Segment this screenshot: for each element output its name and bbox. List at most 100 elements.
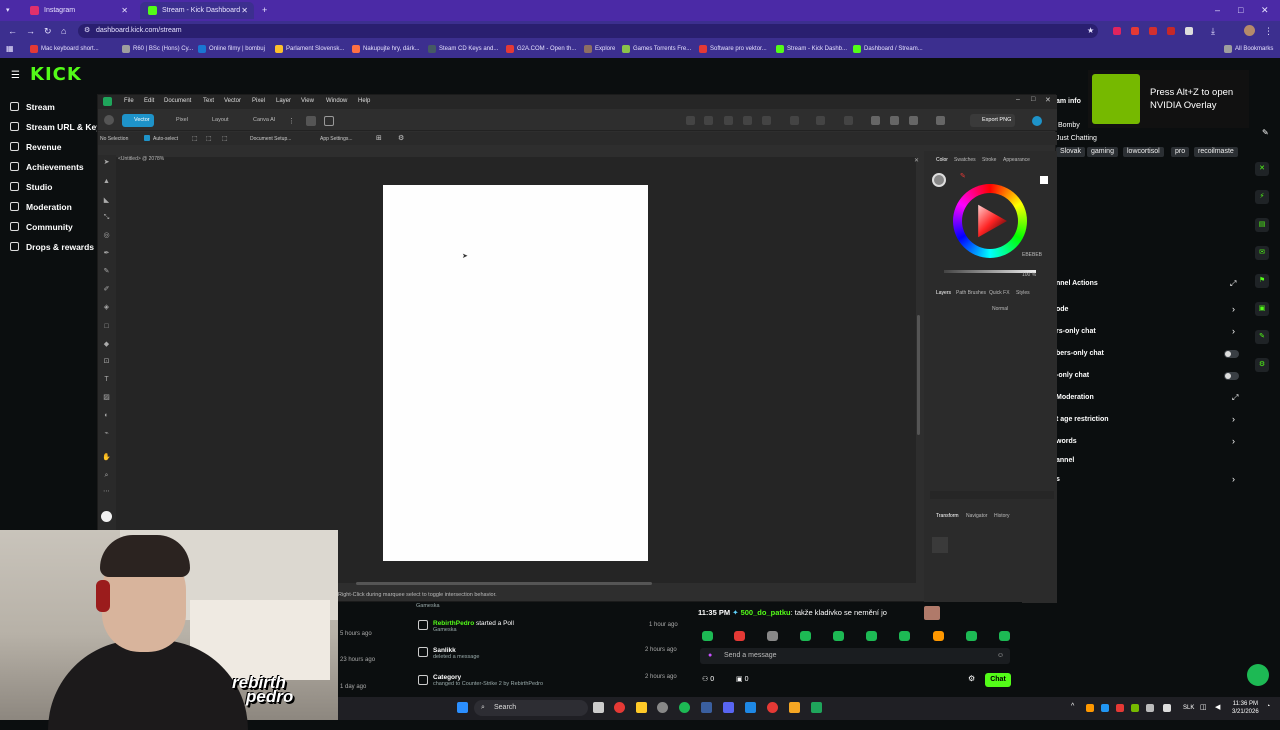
- rectangle-tool-icon[interactable]: □: [102, 322, 111, 331]
- align-icon[interactable]: [724, 116, 733, 125]
- notification-icon[interactable]: ◔: [1266, 703, 1270, 710]
- rail-icon[interactable]: ✉: [1255, 246, 1269, 260]
- color-picker-icon[interactable]: ✎: [960, 172, 966, 180]
- pencil-tool-icon[interactable]: ✎: [102, 267, 111, 276]
- menu-document[interactable]: Document: [164, 98, 191, 104]
- all-bookmarks[interactable]: All Bookmarks: [1224, 44, 1273, 54]
- kick-logo[interactable]: KICK: [30, 64, 82, 85]
- anchor-selector-icon[interactable]: [932, 537, 948, 553]
- menu-help[interactable]: Help: [358, 98, 370, 104]
- rail-icon[interactable]: ⚙: [1255, 358, 1269, 372]
- text-tool-icon[interactable]: T: [102, 375, 111, 384]
- nav-stream-url-key[interactable]: Stream URL & Key: [10, 121, 101, 133]
- place-image-icon[interactable]: ▨: [102, 393, 111, 402]
- file-explorer-icon[interactable]: [636, 702, 647, 713]
- vertical-scrollbar[interactable]: [917, 315, 920, 435]
- panel-tab-navigator[interactable]: Navigator: [966, 513, 987, 519]
- back-icon[interactable]: ←: [8, 26, 17, 36]
- rail-icon[interactable]: ▣: [1255, 302, 1269, 316]
- artboard-page[interactable]: [383, 185, 648, 561]
- close-window-icon[interactable]: ✕: [1261, 5, 1269, 15]
- download-icon[interactable]: ⤓: [1211, 26, 1215, 36]
- arrange-icon[interactable]: [844, 116, 853, 125]
- maximize-icon[interactable]: □: [1238, 5, 1243, 15]
- affinity-taskbar-icon[interactable]: [811, 702, 822, 713]
- transform-icon[interactable]: [790, 116, 799, 125]
- bookmark-item[interactable]: Mac keyboard short...: [30, 44, 99, 54]
- help-icon[interactable]: [1032, 116, 1042, 126]
- channel-action-item[interactable]: words: [1056, 438, 1077, 445]
- more-tools-icon[interactable]: ⋯: [102, 487, 111, 496]
- tray-icon[interactable]: [1116, 704, 1124, 712]
- tag-chip[interactable]: recoilmaste: [1194, 147, 1238, 157]
- minimize-icon[interactable]: –: [1215, 5, 1220, 15]
- close-tab-icon[interactable]: ✕: [121, 2, 128, 19]
- export-png-button[interactable]: Export PNG: [970, 114, 1016, 127]
- bookmark-item[interactable]: Steam CD Keys and...: [428, 44, 498, 54]
- tray-chevron-icon[interactable]: ^: [1071, 703, 1074, 710]
- emote-icon[interactable]: [966, 631, 977, 641]
- task-view-icon[interactable]: [593, 702, 604, 713]
- corner-tool-icon[interactable]: ◣: [102, 196, 111, 205]
- reload-icon[interactable]: ↻: [44, 26, 52, 36]
- nav-community[interactable]: Community: [10, 221, 73, 233]
- app-icon[interactable]: [723, 702, 734, 713]
- zoom-tool-icon[interactable]: ⌕: [102, 471, 111, 480]
- bookmark-item[interactable]: Software pro vektor...: [699, 44, 767, 54]
- channel-action-item[interactable]: Moderation: [1056, 394, 1094, 401]
- tag-chip[interactable]: pro: [1171, 147, 1190, 157]
- browser-menu-icon[interactable]: ⋮: [1264, 26, 1273, 36]
- tab-kick-dashboard[interactable]: Stream - Kick Dashboard ✕: [140, 2, 254, 19]
- panel-tab-quick-fx[interactable]: Quick FX: [989, 290, 1010, 296]
- align-icon[interactable]: [743, 116, 752, 125]
- feed-user[interactable]: Sanlikk: [433, 647, 456, 654]
- panel-tab-path-brushes[interactable]: Path Brushes: [956, 290, 986, 296]
- bookmark-item[interactable]: Games Torrents Fre...: [622, 44, 691, 54]
- chevron-right-icon[interactable]: ›: [1232, 326, 1235, 336]
- blend-mode-select[interactable]: Normal: [992, 306, 1008, 312]
- emote-icon[interactable]: [800, 631, 811, 641]
- spotify-icon[interactable]: [679, 702, 690, 713]
- forward-icon[interactable]: →: [26, 26, 35, 36]
- snapping-icon[interactable]: ⊞: [376, 134, 382, 142]
- emote-icon[interactable]: [734, 631, 745, 641]
- menu-edit[interactable]: Edit: [144, 98, 154, 104]
- snap-icon[interactable]: [816, 116, 825, 125]
- toggle-switch[interactable]: [1224, 372, 1239, 380]
- nav-achievements[interactable]: Achievements: [10, 161, 84, 173]
- app-settings-button[interactable]: App Settings...: [320, 136, 353, 142]
- start-icon[interactable]: [457, 702, 468, 713]
- rail-icon[interactable]: ✎: [1255, 330, 1269, 344]
- emoji-icon[interactable]: ☺: [997, 648, 1004, 664]
- taskbar-clock[interactable]: 11:36 PM 3/21/2026: [1232, 700, 1259, 716]
- channel-action-item[interactable]: rs-only chat: [1056, 328, 1096, 335]
- channel-action-item[interactable]: t age restriction: [1056, 416, 1109, 423]
- nav-stream[interactable]: Stream: [10, 101, 55, 113]
- chat-send-button[interactable]: Chat: [985, 673, 1011, 687]
- bookmark-item[interactable]: Explore: [584, 44, 615, 54]
- profile-avatar[interactable]: [1244, 25, 1255, 36]
- panel-tab-color[interactable]: Color: [936, 157, 948, 163]
- more-icon[interactable]: ⋮: [288, 117, 295, 125]
- align-icon[interactable]: [686, 116, 695, 125]
- panel-tab-styles[interactable]: Styles: [1016, 290, 1030, 296]
- bookmark-item[interactable]: Stream - Kick Dashb...: [776, 44, 847, 54]
- chrome-icon[interactable]: [614, 702, 625, 713]
- menu-file[interactable]: File: [124, 98, 134, 104]
- chevron-right-icon[interactable]: ›: [1232, 474, 1235, 484]
- mode-icon[interactable]: [306, 116, 316, 126]
- emote-icon[interactable]: [899, 631, 910, 641]
- chevron-right-icon[interactable]: ›: [1232, 414, 1235, 424]
- nav-studio[interactable]: Studio: [10, 181, 52, 193]
- persona-vector[interactable]: Vector: [122, 114, 154, 127]
- layers-footer-icons[interactable]: [930, 491, 1054, 499]
- network-icon[interactable]: ◫: [1200, 703, 1207, 711]
- bookmark-item[interactable]: Nakupujte hry, dárk...: [352, 44, 420, 54]
- tag-chip[interactable]: gaming: [1087, 147, 1118, 157]
- panel-tab-swatches[interactable]: Swatches: [954, 157, 976, 163]
- tray-icon[interactable]: [1131, 704, 1139, 712]
- nav-moderation[interactable]: Moderation: [10, 201, 72, 213]
- emote-icon[interactable]: [702, 631, 713, 641]
- menu-vector[interactable]: Vector: [224, 98, 241, 104]
- move-tool-icon[interactable]: ➤: [102, 158, 111, 167]
